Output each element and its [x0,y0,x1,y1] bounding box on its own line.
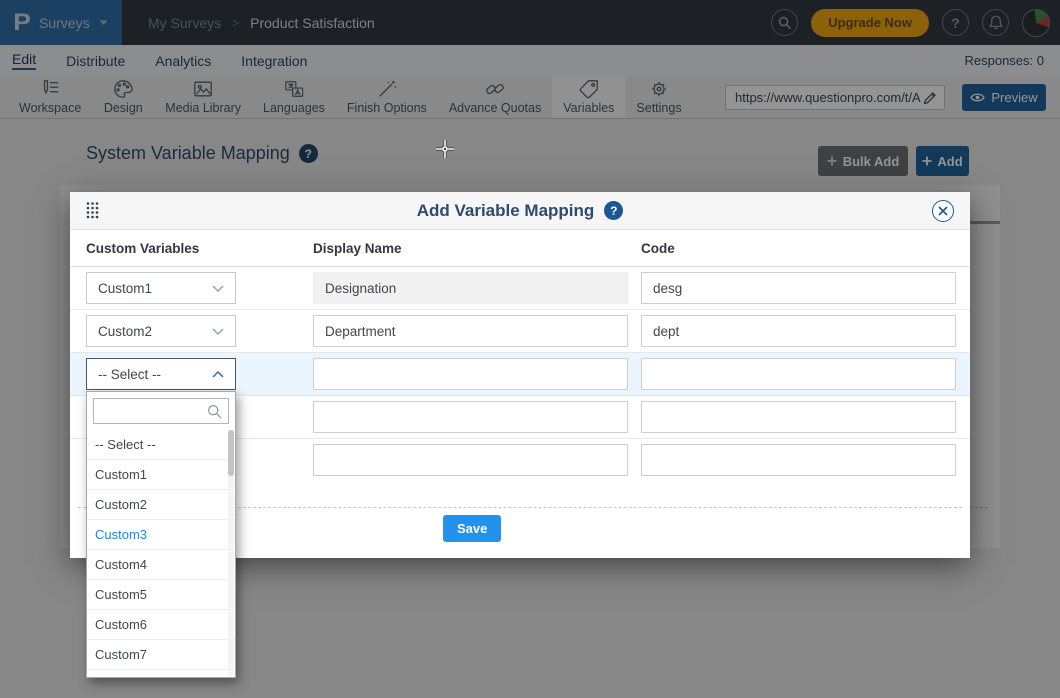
close-icon[interactable] [932,200,954,222]
dropdown-search-wrap [87,392,235,430]
mapping-row-3: -- Select -- [70,353,970,396]
dropdown-option-custom6[interactable]: Custom6 [87,610,235,640]
custom-variable-dropdown: -- Select -- Custom1 Custom2 Custom3 Cus… [86,391,236,678]
custom-variable-select-1[interactable]: Custom1 [86,272,236,304]
dropdown-option-custom2[interactable]: Custom2 [87,490,235,520]
selected-value: Custom2 [98,324,152,339]
dropdown-option-custom1[interactable]: Custom1 [87,460,235,490]
display-name-input-4[interactable] [313,401,628,433]
modal-help-icon[interactable]: ? [604,201,623,220]
chevron-down-icon [212,328,224,335]
column-header-code: Code [641,241,675,256]
dropdown-partial-row [87,670,235,678]
dropdown-option-custom4[interactable]: Custom4 [87,550,235,580]
custom-variable-select-3[interactable]: -- Select -- [86,358,236,390]
scrollbar-thumb[interactable] [228,430,234,476]
modal-title: Add Variable Mapping [417,201,595,221]
column-header-display-name: Display Name [313,241,402,256]
display-name-input-1[interactable] [313,272,628,304]
display-name-input-5[interactable] [313,444,628,476]
code-input-3[interactable] [641,358,956,390]
display-name-input-2[interactable] [313,315,628,347]
mapping-row-2: Custom2 [70,310,970,353]
magnifier-icon [207,404,222,419]
questionpro-app: P Surveys My Surveys > Product Satisfact… [0,0,1060,698]
code-input-1[interactable] [641,272,956,304]
chevron-down-icon [212,285,224,292]
column-headers: Custom Variables Display Name Code [70,230,970,267]
selected-value: -- Select -- [98,367,161,382]
dropdown-option-custom5[interactable]: Custom5 [87,580,235,610]
code-input-4[interactable] [641,401,956,433]
modal-header: Add Variable Mapping ? [70,192,970,230]
code-input-2[interactable] [641,315,956,347]
custom-variable-select-2[interactable]: Custom2 [86,315,236,347]
dropdown-option-custom7[interactable]: Custom7 [87,640,235,670]
dropdown-option-custom3[interactable]: Custom3 [87,520,235,550]
drag-handle-icon[interactable] [86,201,99,225]
code-input-5[interactable] [641,444,956,476]
mapping-row-1: Custom1 [70,267,970,310]
chevron-up-icon [212,371,224,378]
column-header-custom-variables: Custom Variables [86,241,199,256]
selected-value: Custom1 [98,281,152,296]
dropdown-option-select[interactable]: -- Select -- [87,430,235,460]
dropdown-scrollbar[interactable] [228,430,234,676]
display-name-input-3[interactable] [313,358,628,390]
save-button[interactable]: Save [443,515,501,542]
